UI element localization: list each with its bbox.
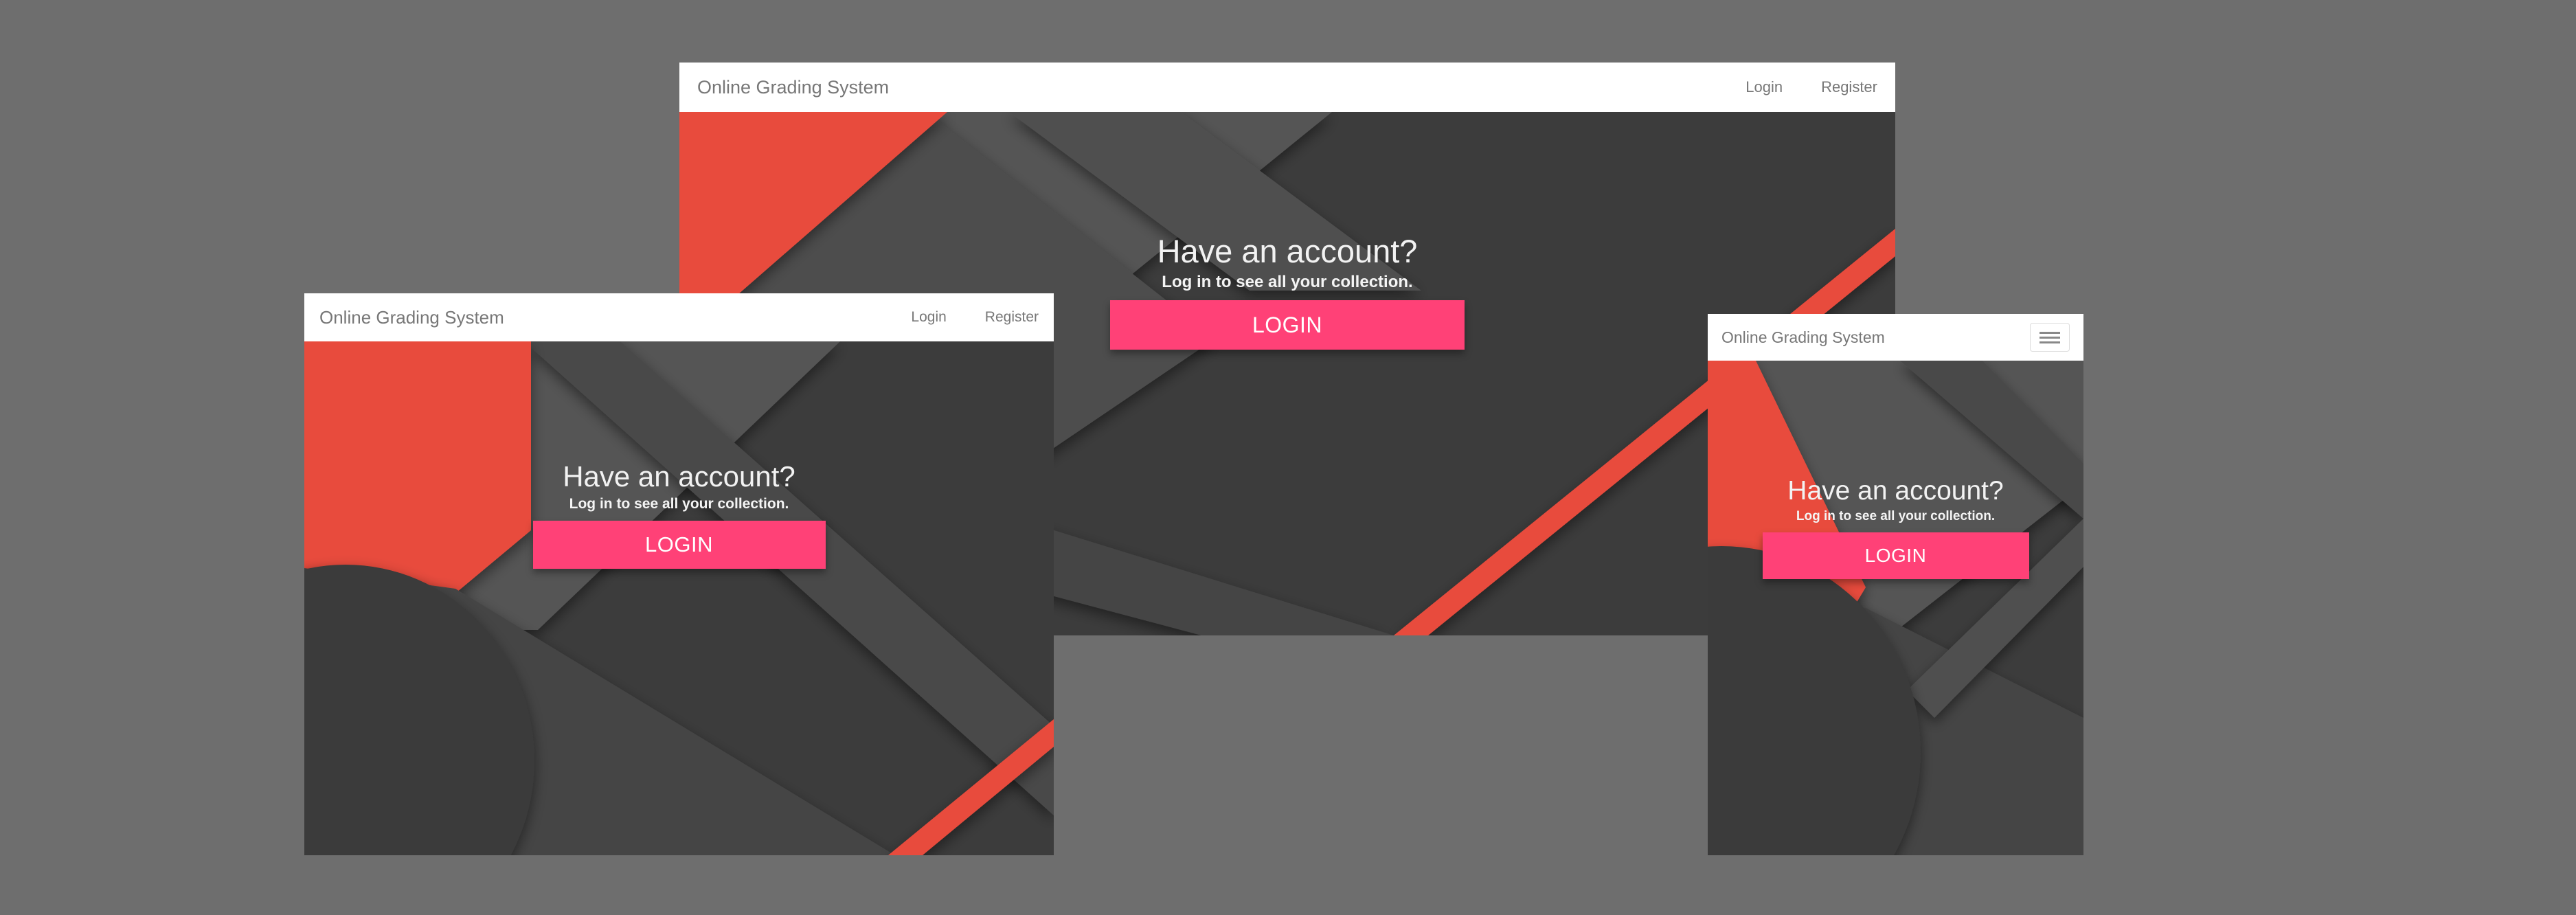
- hero-subtitle: Log in to see all your collection.: [1796, 509, 1996, 523]
- hero-title: Have an account?: [1157, 233, 1418, 269]
- nav-register-link[interactable]: Register: [1821, 78, 1877, 96]
- hero-section: Have an account? Log in to see all your …: [304, 460, 1054, 569]
- hamburger-menu-icon[interactable]: [2030, 323, 2070, 352]
- nav-register-link[interactable]: Register: [985, 309, 1039, 326]
- tablet-view: Online Grading System Login Register Hav…: [304, 293, 1054, 855]
- login-button[interactable]: LOGIN: [1110, 300, 1465, 350]
- nav-login-link[interactable]: Login: [1745, 78, 1783, 96]
- hero-background: [1708, 361, 2083, 855]
- hero-subtitle: Log in to see all your collection.: [569, 496, 789, 512]
- login-button[interactable]: LOGIN: [1762, 532, 2029, 579]
- brand-link[interactable]: Online Grading System: [1721, 328, 1885, 347]
- brand-link[interactable]: Online Grading System: [319, 307, 504, 328]
- hero-title: Have an account?: [1787, 476, 2004, 506]
- hero-background: [304, 341, 1054, 855]
- hero-section: Have an account? Log in to see all your …: [1708, 476, 2083, 579]
- nav-login-link[interactable]: Login: [911, 309, 946, 326]
- nav-links: Login Register: [1707, 78, 1877, 96]
- login-button[interactable]: LOGIN: [532, 521, 826, 569]
- navbar: Online Grading System: [1708, 314, 2083, 361]
- hero-subtitle: Log in to see all your collection.: [1162, 273, 1413, 291]
- hero-title: Have an account?: [563, 460, 795, 493]
- navbar: Online Grading System Login Register: [679, 63, 1895, 112]
- mobile-view: Online Grading System Have an account? L…: [1708, 314, 2083, 855]
- nav-links: Login Register: [872, 309, 1039, 326]
- brand-link[interactable]: Online Grading System: [697, 77, 889, 98]
- navbar: Online Grading System Login Register: [304, 293, 1054, 341]
